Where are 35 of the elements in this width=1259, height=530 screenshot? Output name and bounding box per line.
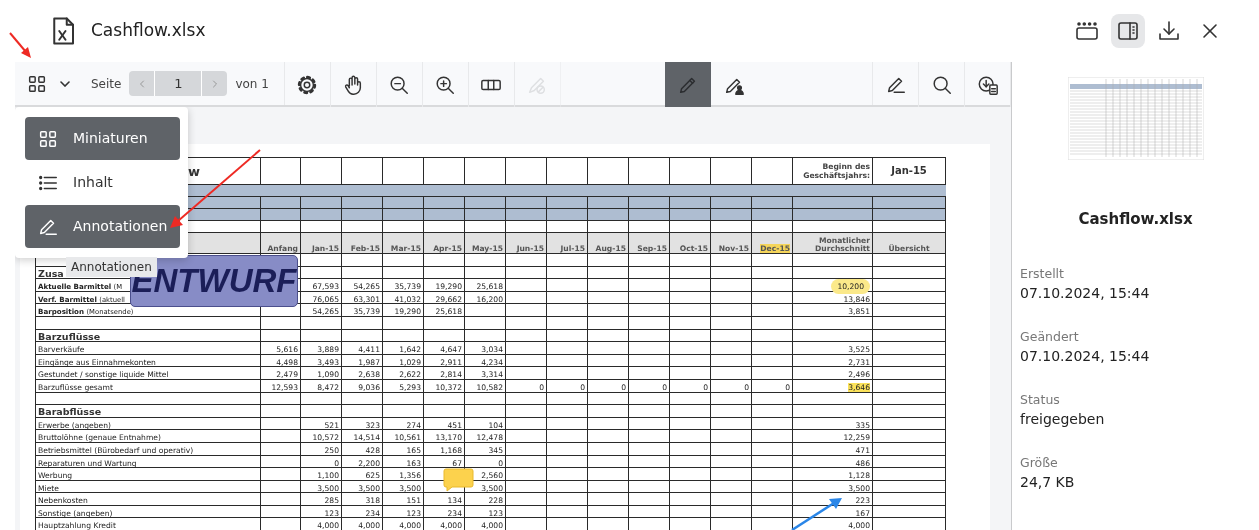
property-label: Status bbox=[1020, 390, 1061, 409]
page-input[interactable]: 1 bbox=[154, 71, 203, 96]
fiscal-year-value: Jan-15 bbox=[891, 165, 927, 176]
side-panel-icon bbox=[1116, 19, 1140, 43]
property-value: 07.10.2024, 15:44 bbox=[1020, 283, 1151, 303]
property-value: 24,7 KB bbox=[1020, 472, 1076, 492]
download-icon bbox=[1157, 19, 1181, 43]
chevron-icon bbox=[60, 80, 70, 87]
tooltip-label: Annotationen bbox=[66, 257, 157, 277]
file-name: Cashflow.xlsx bbox=[1077, 209, 1194, 230]
arrow bbox=[9, 32, 31, 58]
settings-icon bbox=[296, 73, 319, 96]
property-label: Geändert bbox=[1020, 327, 1080, 346]
page-total: von 1 bbox=[235, 75, 269, 93]
sheet-title: w bbox=[188, 163, 200, 179]
menu-item[interactable]: Inhalt bbox=[25, 161, 180, 204]
section-heading: Barzuflüsse bbox=[38, 330, 101, 342]
side-panel-button[interactable] bbox=[1111, 14, 1145, 48]
window-icon bbox=[1075, 19, 1099, 43]
section-heading: Zusa bbox=[38, 267, 64, 279]
file-title: Cashflow.xlsx bbox=[91, 19, 206, 43]
zoom-in-icon bbox=[434, 73, 457, 96]
arrow bbox=[791, 498, 842, 530]
menu-item[interactable]: Miniaturen bbox=[25, 117, 180, 160]
section-heading: Barabflüsse bbox=[38, 406, 102, 418]
property-value: freigegeben bbox=[1020, 409, 1106, 429]
menu-item[interactable]: Annotationen bbox=[25, 205, 180, 248]
property-label: Erstellt bbox=[1020, 264, 1065, 283]
comment-note-icon[interactable] bbox=[443, 467, 474, 492]
pencil-tool-button[interactable] bbox=[664, 62, 711, 107]
zoom-out-icon bbox=[388, 73, 411, 96]
page-label: Seite bbox=[91, 75, 122, 93]
property-label: Größe bbox=[1020, 453, 1059, 472]
property-value: 07.10.2024, 15:44 bbox=[1020, 346, 1151, 366]
search-icon bbox=[930, 73, 953, 96]
